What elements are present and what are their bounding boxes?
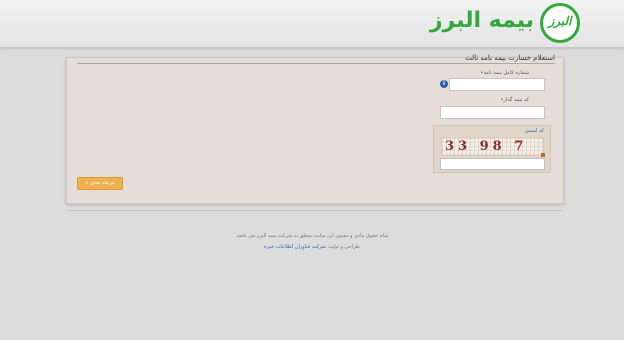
info-icon[interactable]: i <box>440 80 448 88</box>
captcha-input[interactable] <box>440 158 545 170</box>
next-step-button[interactable]: مرحله بعدی » <box>77 177 123 190</box>
insurer-code-input[interactable] <box>440 106 545 119</box>
captcha-refresh-icon[interactable] <box>541 153 545 157</box>
logo-mark-text: البرز <box>548 14 572 28</box>
credit-prefix: طراحی و تولید: <box>327 244 360 250</box>
alborz-logo-icon[interactable]: البرز <box>540 3 580 43</box>
developer-link[interactable]: شرکت فناوران اطلاعات خبره <box>264 244 326 250</box>
insurer-code-label: کد بیمه گذار• <box>500 97 529 103</box>
policy-number-input[interactable] <box>449 78 545 91</box>
footer-divider <box>66 210 562 211</box>
copyright-text: تمام حقوق مادی و معنوی این سایت متعلق به… <box>235 233 389 239</box>
brand-name: بیمه البرز <box>429 8 534 33</box>
title-divider <box>77 63 555 64</box>
captcha-image: 33 98 7 <box>441 137 545 157</box>
site-header: بیمه البرز البرز <box>0 0 624 48</box>
captcha-label: کد امنیتی <box>524 128 544 134</box>
policy-number-label: شماره کامل بیمه نامه• <box>480 70 529 76</box>
panel-title: استعلام خسارت بیمه نامه ثالث <box>465 54 555 62</box>
captcha-text: 33 98 7 <box>445 139 528 154</box>
credit-line: طراحی و تولید: شرکت فناوران اطلاعات خبره <box>0 244 624 250</box>
